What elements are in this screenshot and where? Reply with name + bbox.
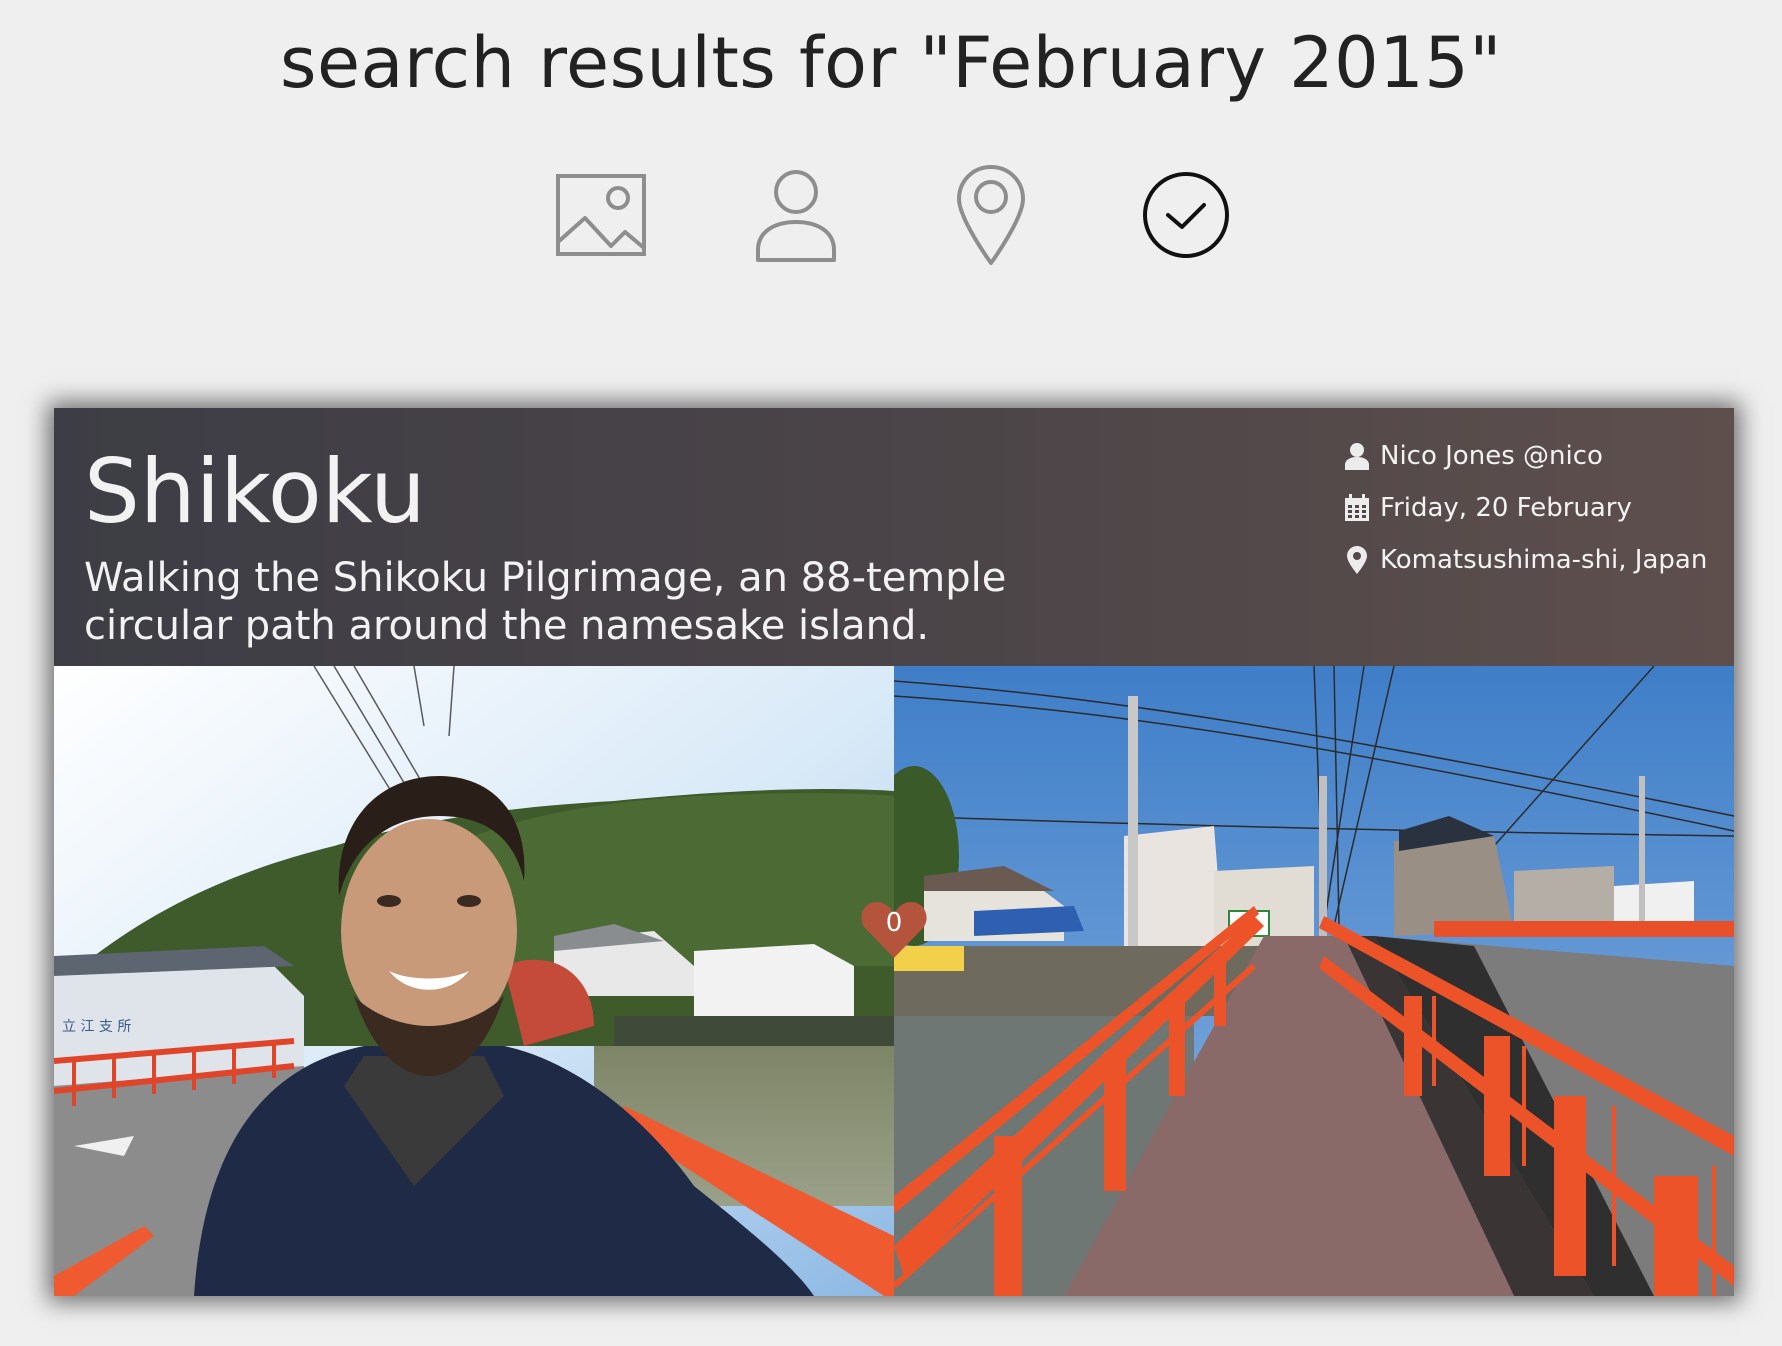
meta-date: Friday, 20 February xyxy=(1342,482,1722,534)
location-pin-icon xyxy=(957,165,1025,265)
meta-author[interactable]: Nico Jones @nico xyxy=(1342,430,1722,482)
post-date: Friday, 20 February xyxy=(1380,493,1632,523)
author-name[interactable]: Nico Jones @nico xyxy=(1380,441,1603,471)
svg-text:立 江 支 所: 立 江 支 所 xyxy=(62,1019,131,1035)
filter-dates-button[interactable] xyxy=(1131,160,1241,270)
post-location[interactable]: Komatsushima-shi, Japan xyxy=(1380,545,1707,575)
clock-icon xyxy=(1143,172,1229,258)
card-photos: 立 江 支 所 0 xyxy=(54,666,1734,1296)
selfie-photo[interactable]: 立 江 支 所 xyxy=(54,666,894,1296)
search-results-title: search results for "February 2015" xyxy=(279,22,1502,104)
bridge-photo-image xyxy=(894,666,1734,1296)
filter-images-button[interactable] xyxy=(546,160,656,270)
calendar-icon xyxy=(1342,493,1372,523)
search-filter-bar xyxy=(0,160,1782,270)
person-icon xyxy=(756,170,836,262)
user-icon xyxy=(1342,441,1372,471)
card-description: Walking the Shikoku Pilgrimage, an 88-te… xyxy=(84,555,1007,649)
card-header: Shikoku Walking the Shikoku Pilgrimage, … xyxy=(54,408,1734,666)
like-button[interactable]: 0 xyxy=(861,900,927,960)
search-results-page: search results for "February 2015" Shiko… xyxy=(0,0,1782,1346)
map-pin-icon xyxy=(1342,545,1372,575)
filter-places-button[interactable] xyxy=(936,160,1046,270)
like-count: 0 xyxy=(885,908,903,938)
image-icon xyxy=(556,174,646,256)
filter-people-button[interactable] xyxy=(741,160,851,270)
bridge-photo[interactable] xyxy=(894,666,1734,1296)
card-meta: Nico Jones @nico Friday, 20 February Kom… xyxy=(1342,430,1722,586)
selfie-photo-image: 立 江 支 所 xyxy=(54,666,894,1296)
result-card[interactable]: Shikoku Walking the Shikoku Pilgrimage, … xyxy=(54,408,1734,1296)
card-title[interactable]: Shikoku xyxy=(84,438,426,546)
meta-location[interactable]: Komatsushima-shi, Japan xyxy=(1342,534,1722,586)
